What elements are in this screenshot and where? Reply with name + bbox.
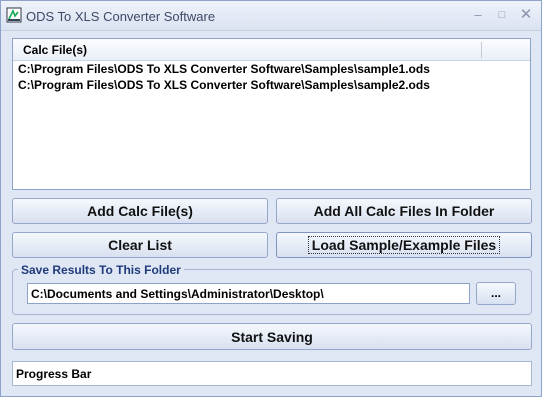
column-header-calc-files[interactable]: Calc File(s)	[23, 43, 87, 57]
app-window: ODS To XLS Converter Software – □ ✕ Calc…	[0, 0, 542, 397]
window-title: ODS To XLS Converter Software	[26, 9, 216, 24]
column-separator[interactable]	[481, 42, 482, 58]
close-icon[interactable]: ✕	[515, 5, 537, 25]
save-folder-input[interactable]	[27, 283, 470, 304]
progress-bar-label: Progress Bar	[16, 367, 92, 381]
load-sample-files-button[interactable]: Load Sample/Example Files	[276, 232, 532, 258]
add-all-calc-files-in-folder-button[interactable]: Add All Calc Files In Folder	[276, 198, 532, 224]
list-item[interactable]: C:\Program Files\ODS To XLS Converter So…	[18, 78, 430, 94]
add-calc-files-button[interactable]: Add Calc File(s)	[12, 198, 268, 224]
file-list-header[interactable]: Calc File(s)	[13, 39, 530, 61]
minimize-icon[interactable]: –	[467, 5, 489, 25]
clear-list-button[interactable]: Clear List	[12, 232, 268, 258]
file-list[interactable]: Calc File(s) C:\Program Files\ODS To XLS…	[12, 38, 531, 190]
browse-folder-button[interactable]: ...	[476, 282, 516, 305]
app-icon	[6, 7, 22, 23]
list-item[interactable]: C:\Program Files\ODS To XLS Converter So…	[18, 62, 430, 78]
load-sample-files-label: Load Sample/Example Files	[307, 236, 501, 254]
start-saving-button[interactable]: Start Saving	[12, 323, 532, 350]
save-folder-group-label: Save Results To This Folder	[18, 263, 184, 277]
maximize-icon[interactable]: □	[491, 5, 513, 25]
title-bar[interactable]: ODS To XLS Converter Software – □ ✕	[1, 1, 541, 31]
progress-bar: Progress Bar	[12, 361, 532, 386]
